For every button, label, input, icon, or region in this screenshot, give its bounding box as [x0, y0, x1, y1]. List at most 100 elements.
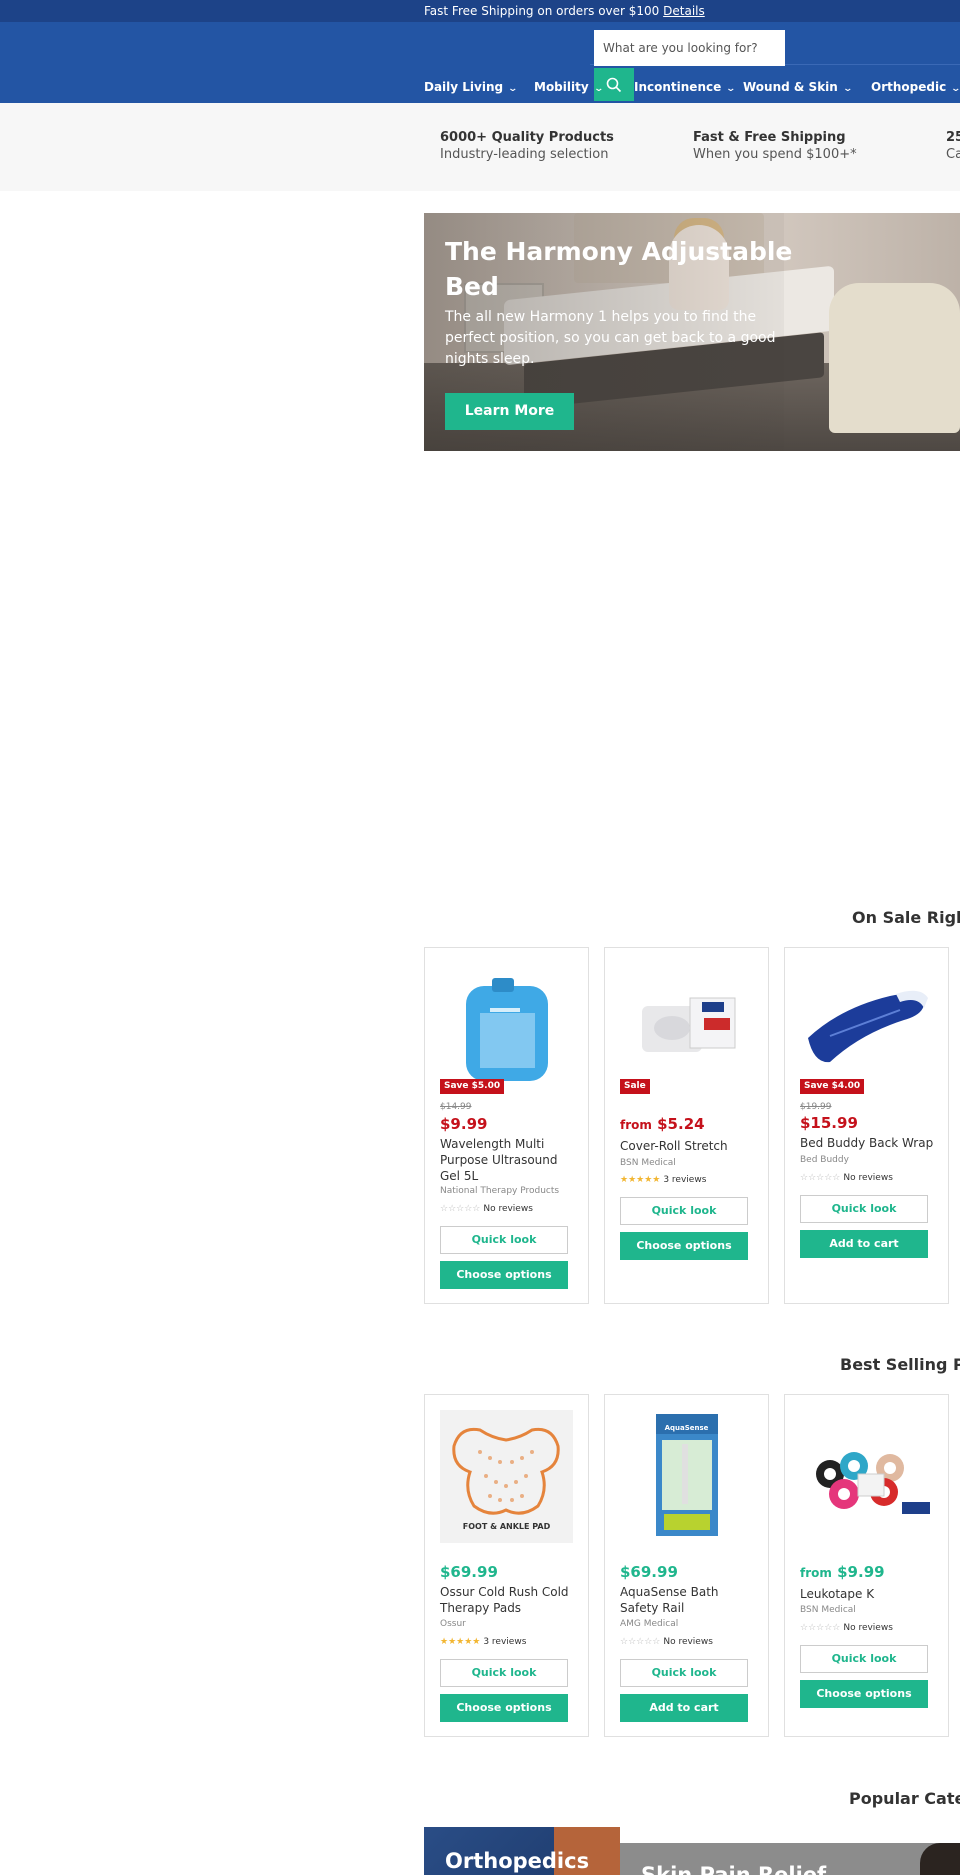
nav-incontinence[interactable]: Incontinence ⌄	[634, 80, 736, 94]
quick-look-button[interactable]: Quick look	[440, 1659, 568, 1687]
product-title[interactable]: Leukotape K	[800, 1586, 940, 1602]
product-title[interactable]: Cover-Roll Stretch	[620, 1138, 760, 1154]
sale-badge: Save $4.00	[800, 1079, 865, 1094]
section-title-best-selling: Best Selling Pr	[840, 1355, 960, 1374]
benefits-bar: 6000+ Quality Products Industry-leading …	[0, 103, 960, 191]
product-reviews: ★★★★★ 3 reviews	[440, 1637, 526, 1647]
hero-title: The Harmony Adjustable Bed	[445, 237, 793, 301]
review-count: No reviews	[843, 1623, 893, 1633]
cover-roll-image	[642, 997, 736, 1052]
benefit-shipping: Fast & Free Shipping When you spend $100…	[693, 130, 857, 163]
product-image[interactable]: AquaSense	[620, 1410, 753, 1543]
product-price: $69.99	[440, 1563, 498, 1581]
rating-stars-icon: ★★★★★	[440, 1637, 481, 1647]
nav-daily-living[interactable]: Daily Living ⌄	[424, 80, 519, 94]
announcement-bar: Fast Free Shipping on orders over $100 D…	[0, 0, 960, 22]
product-card[interactable]: Save $5.00 $14.99 $9.99 Wavelength Multi…	[424, 947, 589, 1304]
nav-mobility[interactable]: Mobility ⌄	[534, 80, 604, 94]
product-card[interactable]: Sale from $5.24 Cover-Roll Stretch BSN M…	[604, 947, 769, 1304]
compare-price: $14.99	[440, 1102, 472, 1112]
product-vendor: National Therapy Products	[440, 1186, 560, 1196]
image-caption: AquaSense	[664, 1424, 709, 1432]
review-count: No reviews	[483, 1204, 533, 1214]
nav-wound-skin[interactable]: Wound & Skin ⌄	[743, 80, 853, 94]
gel-bottle-image	[466, 978, 548, 1081]
nav-label: Daily Living	[424, 80, 504, 94]
announcement-message: Fast Free Shipping on orders over $100	[424, 4, 660, 18]
quick-look-button[interactable]: Quick look	[620, 1659, 748, 1687]
product-reviews: ☆☆☆☆☆ No reviews	[440, 1204, 533, 1214]
benefit-products: 6000+ Quality Products Industry-leading …	[440, 130, 614, 163]
benefit-subtitle: Industry-leading selection	[440, 147, 609, 162]
category-tile-skin-pain-relief[interactable]: Skin Pain Relief	[620, 1843, 960, 1875]
product-vendor: BSN Medical	[800, 1605, 856, 1615]
back-wrap-image	[808, 990, 928, 1063]
section-title-popular: Popular Cate	[849, 1789, 960, 1808]
search-input[interactable]	[594, 30, 785, 66]
rating-stars-icon: ☆☆☆☆☆	[800, 1623, 841, 1633]
benefit-third: 25 Ca	[946, 130, 960, 163]
choose-options-button[interactable]: Choose options	[440, 1694, 568, 1722]
chevron-down-icon: ⌄	[507, 84, 519, 94]
product-title[interactable]: Ossur Cold Rush Cold Therapy Pads	[440, 1584, 580, 1616]
add-to-cart-button[interactable]: Add to cart	[800, 1230, 928, 1258]
rating-stars-icon: ☆☆☆☆☆	[800, 1173, 841, 1183]
product-title[interactable]: AquaSense Bath Safety Rail	[620, 1584, 760, 1616]
rating-stars-icon: ★★★★★	[620, 1175, 661, 1185]
category-tile-orthopedics[interactable]: Orthopedics	[424, 1827, 620, 1875]
hero-chair	[829, 283, 960, 433]
benefit-subtitle: Ca	[946, 147, 960, 162]
review-count: No reviews	[663, 1637, 713, 1647]
announcement-details-link[interactable]: Details	[663, 4, 705, 18]
product-card[interactable]: from $9.99 Leukotape K BSN Medical ☆☆☆☆☆…	[784, 1394, 949, 1737]
quick-look-button[interactable]: Quick look	[800, 1195, 928, 1223]
product-reviews: ☆☆☆☆☆ No reviews	[800, 1173, 893, 1183]
product-card[interactable]: Save $4.00 $19.99 $15.99 Bed Buddy Back …	[784, 947, 949, 1304]
choose-options-button[interactable]: Choose options	[620, 1232, 748, 1260]
product-card[interactable]: AquaSense $69.99 AquaSense Bath Safety R…	[604, 1394, 769, 1737]
announcement-text: Fast Free Shipping on orders over $100 D…	[424, 4, 705, 18]
product-vendor: Bed Buddy	[800, 1155, 849, 1165]
compare-price: $19.99	[800, 1102, 832, 1112]
product-card[interactable]: FOOT & ANKLE PAD $69.99 Ossur Cold Rush …	[424, 1394, 589, 1737]
image-caption: FOOT & ANKLE PAD	[462, 1522, 551, 1531]
price-from-label: from	[800, 1566, 832, 1580]
hero-banner: The Harmony Adjustable Bed The all new H…	[424, 213, 960, 451]
product-price: $15.99	[800, 1114, 858, 1132]
product-vendor: AMG Medical	[620, 1619, 679, 1629]
category-image	[920, 1843, 960, 1875]
benefit-subtitle: When you spend $100+*	[693, 147, 857, 162]
product-reviews: ☆☆☆☆☆ No reviews	[620, 1637, 713, 1647]
hero-learn-more-button[interactable]: Learn More	[445, 393, 574, 430]
choose-options-button[interactable]: Choose options	[440, 1261, 568, 1289]
nav-label: Incontinence	[634, 80, 722, 94]
sale-badge: Sale	[620, 1079, 650, 1094]
nav-label: Orthopedic	[871, 80, 947, 94]
benefit-title: Fast & Free Shipping	[693, 130, 846, 145]
quick-look-button[interactable]: Quick look	[620, 1197, 748, 1225]
review-count: No reviews	[843, 1173, 893, 1183]
nav-label: Mobility	[534, 80, 589, 94]
product-vendor: Ossur	[440, 1619, 466, 1629]
search-icon	[606, 77, 622, 93]
product-title[interactable]: Wavelength Multi Purpose Ultrasound Gel …	[440, 1136, 580, 1184]
product-image[interactable]: FOOT & ANKLE PAD	[440, 1410, 573, 1543]
site-header: Daily Living⌄ Mobility⌄ Incontinence⌄ Wo…	[0, 22, 960, 103]
category-label: Orthopedics	[445, 1849, 590, 1873]
nav-orthopedic[interactable]: Orthopedic ⌄	[871, 80, 960, 94]
chevron-down-icon: ⌄	[842, 84, 853, 94]
product-title[interactable]: Bed Buddy Back Wrap	[800, 1135, 940, 1151]
sale-badge: Save $5.00	[440, 1079, 505, 1094]
quick-look-button[interactable]: Quick look	[800, 1645, 928, 1673]
choose-options-button[interactable]: Choose options	[800, 1680, 928, 1708]
benefit-title: 25	[946, 130, 960, 145]
benefit-title: 6000+ Quality Products	[440, 130, 614, 145]
product-image[interactable]	[800, 1410, 933, 1543]
product-reviews: ☆☆☆☆☆ No reviews	[800, 1623, 893, 1633]
product-price: $9.99	[440, 1115, 488, 1133]
leukotape-image	[816, 1452, 930, 1514]
section-title-on-sale: On Sale Righ	[852, 908, 960, 927]
product-price: from $5.24	[620, 1115, 705, 1133]
quick-look-button[interactable]: Quick look	[440, 1226, 568, 1254]
add-to-cart-button[interactable]: Add to cart	[620, 1694, 748, 1722]
